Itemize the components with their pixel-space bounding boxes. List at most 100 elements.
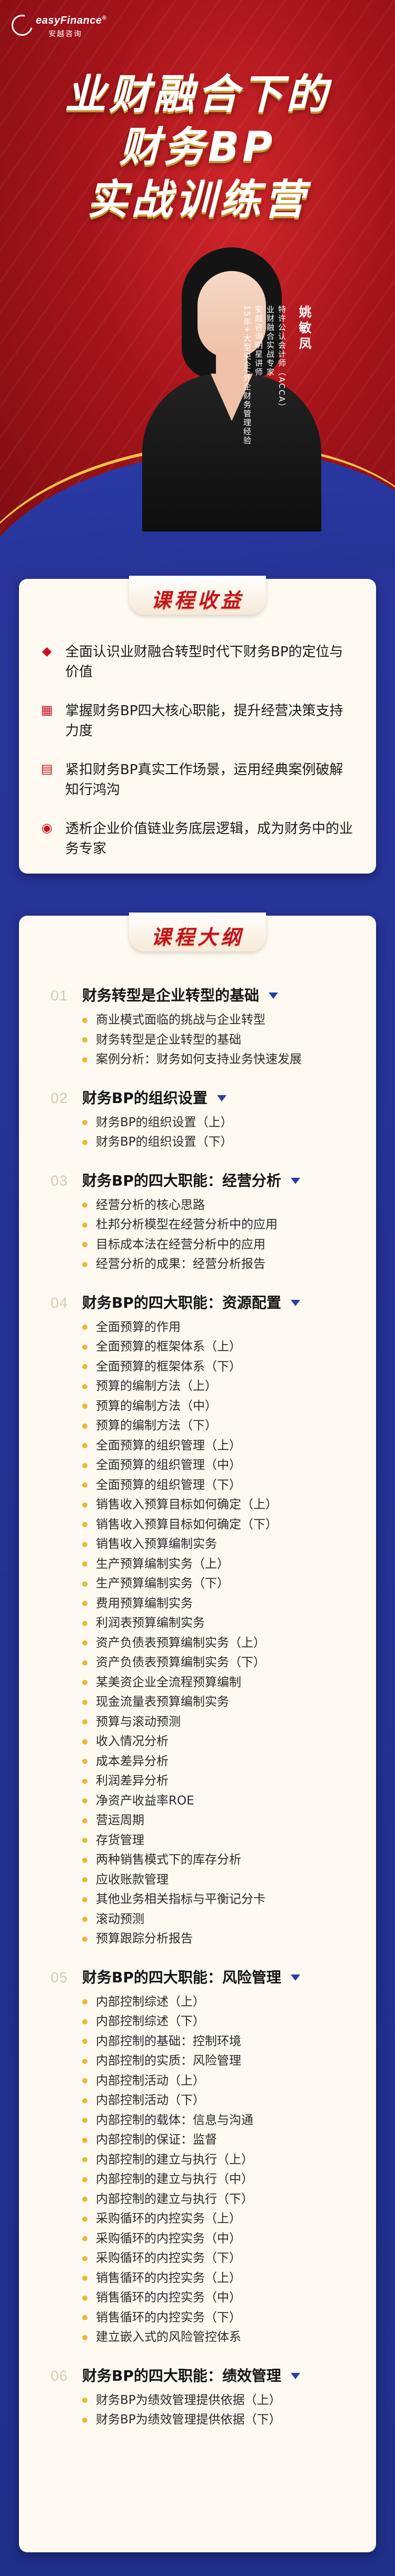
bullet-dot-icon [82, 2315, 87, 2321]
bullet-dot-icon [82, 1120, 87, 1126]
list-item-text: 存货管理 [96, 1833, 144, 1847]
list-item-text: 内部控制活动（下） [96, 2093, 205, 2107]
list-item: 内部控制的保证：监督 [82, 2130, 376, 2150]
section-title-text: 财务BP的组织设置 [82, 1089, 208, 1107]
list-item-text: 财务BP的组织设置（下） [96, 1135, 233, 1149]
list-item-text: 全面预算的组织管理（上） [96, 1438, 241, 1452]
bullet-dot-icon [82, 1502, 87, 1508]
bullet-dot-icon [82, 1759, 87, 1765]
grid-icon: ▦ [41, 703, 53, 717]
list-item: 预算跟踪分析报告 [82, 1929, 376, 1949]
list-item-text: 经营分析的核心思路 [96, 1198, 205, 1212]
list-item-text: 净资产收益率ROE [96, 1793, 194, 1808]
list-item-text: 采购循环的内控实务（上） [96, 2212, 241, 2226]
list-item-text: 销售循环的内控实务（上） [96, 2271, 241, 2285]
triangle-down-icon [290, 1299, 300, 1306]
outline-section: 04 财务BP的四大职能：资源配置 全面预算的作用 全面预算的框架体系（上） 全面预算的… [19, 1292, 376, 1949]
list-item-text: 销售循环的内控实务（中） [96, 2291, 241, 2304]
list-item-text: 收入情况分析 [96, 1735, 169, 1748]
list-item-text: 营运周期 [96, 1813, 144, 1827]
list-item: 建立嵌入式的风险管控体系 [82, 2328, 376, 2348]
list-item: 现金流量表预算编制实务 [82, 1692, 376, 1712]
list-item: 销售收入预算目标如何确定（上） [82, 1495, 376, 1515]
list-item: 财务BP为绩效管理提供依据（上） [82, 2391, 376, 2411]
bullet-dot-icon [82, 1561, 87, 1567]
list-item: 内部控制的建立与执行（上） [82, 2150, 376, 2170]
outline-section: 02 财务BP的组织设置财务BP的组织设置（上） 财务BP的组织设置（下） [19, 1088, 376, 1152]
list-item: 经营分析的成果：经营分析报告 [82, 1255, 376, 1275]
list-item: 净资产收益率ROE [82, 1791, 376, 1811]
list-item-text: 现金流量表预算编制实务 [96, 1695, 229, 1709]
bullet-dot-icon [82, 1364, 87, 1370]
bullet-dot-icon [82, 1541, 87, 1547]
list-item-text: 某美资企业全流程预算编制 [96, 1675, 241, 1689]
list-item: 存货管理 [82, 1831, 376, 1851]
bullet-dot-icon [82, 1037, 87, 1043]
bullet-dot-icon [82, 2098, 87, 2103]
list-item: 全面预算的框架体系（下） [82, 1357, 376, 1377]
list-item: 预算与滚动预测 [82, 1712, 376, 1732]
logo-english: easyFinance® [36, 15, 107, 26]
hero-title: 业财融合下的 财务BP 实战训练营 [0, 68, 395, 226]
bullet-dot-icon [82, 2039, 87, 2044]
list-item-text: 预算与滚动预测 [96, 1715, 181, 1729]
list-item-text: 案例分析：财务如何支持业务快速发展 [96, 1053, 302, 1066]
section-number: 02 [51, 1089, 68, 1106]
list-item: 案例分析：财务如何支持业务快速发展 [82, 1050, 376, 1070]
bullet-dot-icon [82, 1462, 87, 1468]
bullet-dot-icon [82, 2157, 87, 2163]
list-item: 利润差异分析 [82, 1771, 376, 1791]
list-item: 生产预算编制实务（上） [82, 1555, 376, 1575]
list-item-text: 资产负债表预算编制实务（下） [96, 1656, 265, 1669]
list-item: 内部控制的建立与执行（中） [82, 2170, 376, 2190]
section-title: 财务转型是企业转型的基础 [82, 985, 376, 1006]
bullet-dot-icon [82, 1261, 87, 1267]
bullet-dot-icon [82, 2058, 87, 2064]
bullet-dot-icon [82, 1384, 87, 1389]
benefit-item: ◉ 透析企业价值链业务底层逻辑，成为财务中的业务专家 [19, 819, 376, 859]
outline-section: 05 财务BP的四大职能：风险管理 内部控制综述（上） 内部控制综述（下） 内部控制的基… [19, 1967, 376, 2348]
list-item-text: 生产预算编制实务（下） [96, 1577, 229, 1590]
list-item: 全面预算的组织管理（中） [82, 1456, 376, 1476]
logo-ring-icon [7, 11, 37, 40]
triangle-down-icon [290, 2372, 300, 2379]
bullet-dot-icon [82, 1423, 87, 1429]
outline-header: 课程大纲 [19, 913, 376, 964]
list-item-text: 内部控制活动（上） [96, 2073, 205, 2088]
bullet-dot-icon [82, 1344, 87, 1350]
bullet-dot-icon [82, 1818, 87, 1823]
list-item-text: 采购循环的内控实务（下） [96, 2251, 241, 2265]
list-item: 滚动预测 [82, 1910, 376, 1930]
bullet-dot-icon [82, 2137, 87, 2143]
list-item-text: 销售循环的内控实务（下） [96, 2310, 241, 2324]
bullet-dot-icon [82, 2216, 87, 2222]
section-title: 财务BP的四大职能：绩效管理 [82, 2365, 376, 2387]
section-item-list: 经营分析的核心思路 杜邦分析模型在经营分析中的应用 目标成本法在经营分析中的应用 经营… [82, 1196, 376, 1275]
benefits-card: 课程收益 ◆ 全面认识业财融合转型时代下财务BP的定位与价值 ▦ 掌握财务BP四… [19, 576, 376, 874]
list-item: 利润表预算编制实务 [82, 1613, 376, 1633]
list-item-text: 预算跟踪分析报告 [96, 1932, 193, 1946]
teacher-cred-1: 特许公认会计师（ACCA） [277, 305, 287, 412]
bullet-dot-icon [82, 1017, 87, 1023]
bullet-dot-icon [82, 1936, 87, 1942]
hero-title-line-2: 财务BP [119, 124, 276, 171]
list-item-text: 财务BP的组织设置（上） [96, 1115, 233, 1129]
list-item: 全面预算的框架体系（上） [82, 1337, 376, 1357]
bullet-dot-icon [82, 1739, 87, 1745]
benefit-text: 掌握财务BP四大核心职能，提升经营决策支持力度 [65, 703, 343, 739]
list-item: 内部控制的实质：风险管理 [82, 2051, 376, 2071]
bullet-dot-icon [82, 1139, 87, 1145]
triangle-down-icon [290, 1177, 300, 1184]
list-item-text: 全面预算的框架体系（上） [96, 1340, 241, 1354]
bullet-dot-icon [82, 2197, 87, 2202]
list-item-text: 财务转型是企业转型的基础 [96, 1033, 241, 1047]
list-item-text: 成本差异分析 [96, 1754, 169, 1768]
benefits-list: ◆ 全面认识业财融合转型时代下财务BP的定位与价值 ▦ 掌握财务BP四大核心职能… [19, 627, 376, 859]
list-item-text: 内部控制综述（上） [96, 1994, 205, 2009]
teacher-name: 姚敏凤 [297, 305, 311, 353]
benefit-item: ▤ 紧扣财务BP真实工作场景，运用经典案例破解知行鸿沟 [19, 760, 376, 800]
list-item: 销售循环的内控实务（下） [82, 2308, 376, 2328]
section-title: 财务BP的组织设置 [82, 1088, 376, 1109]
list-item: 财务BP为绩效管理提供依据（下） [82, 2410, 376, 2430]
benefit-text: 全面认识业财融合转型时代下财务BP的定位与价值 [65, 644, 343, 680]
